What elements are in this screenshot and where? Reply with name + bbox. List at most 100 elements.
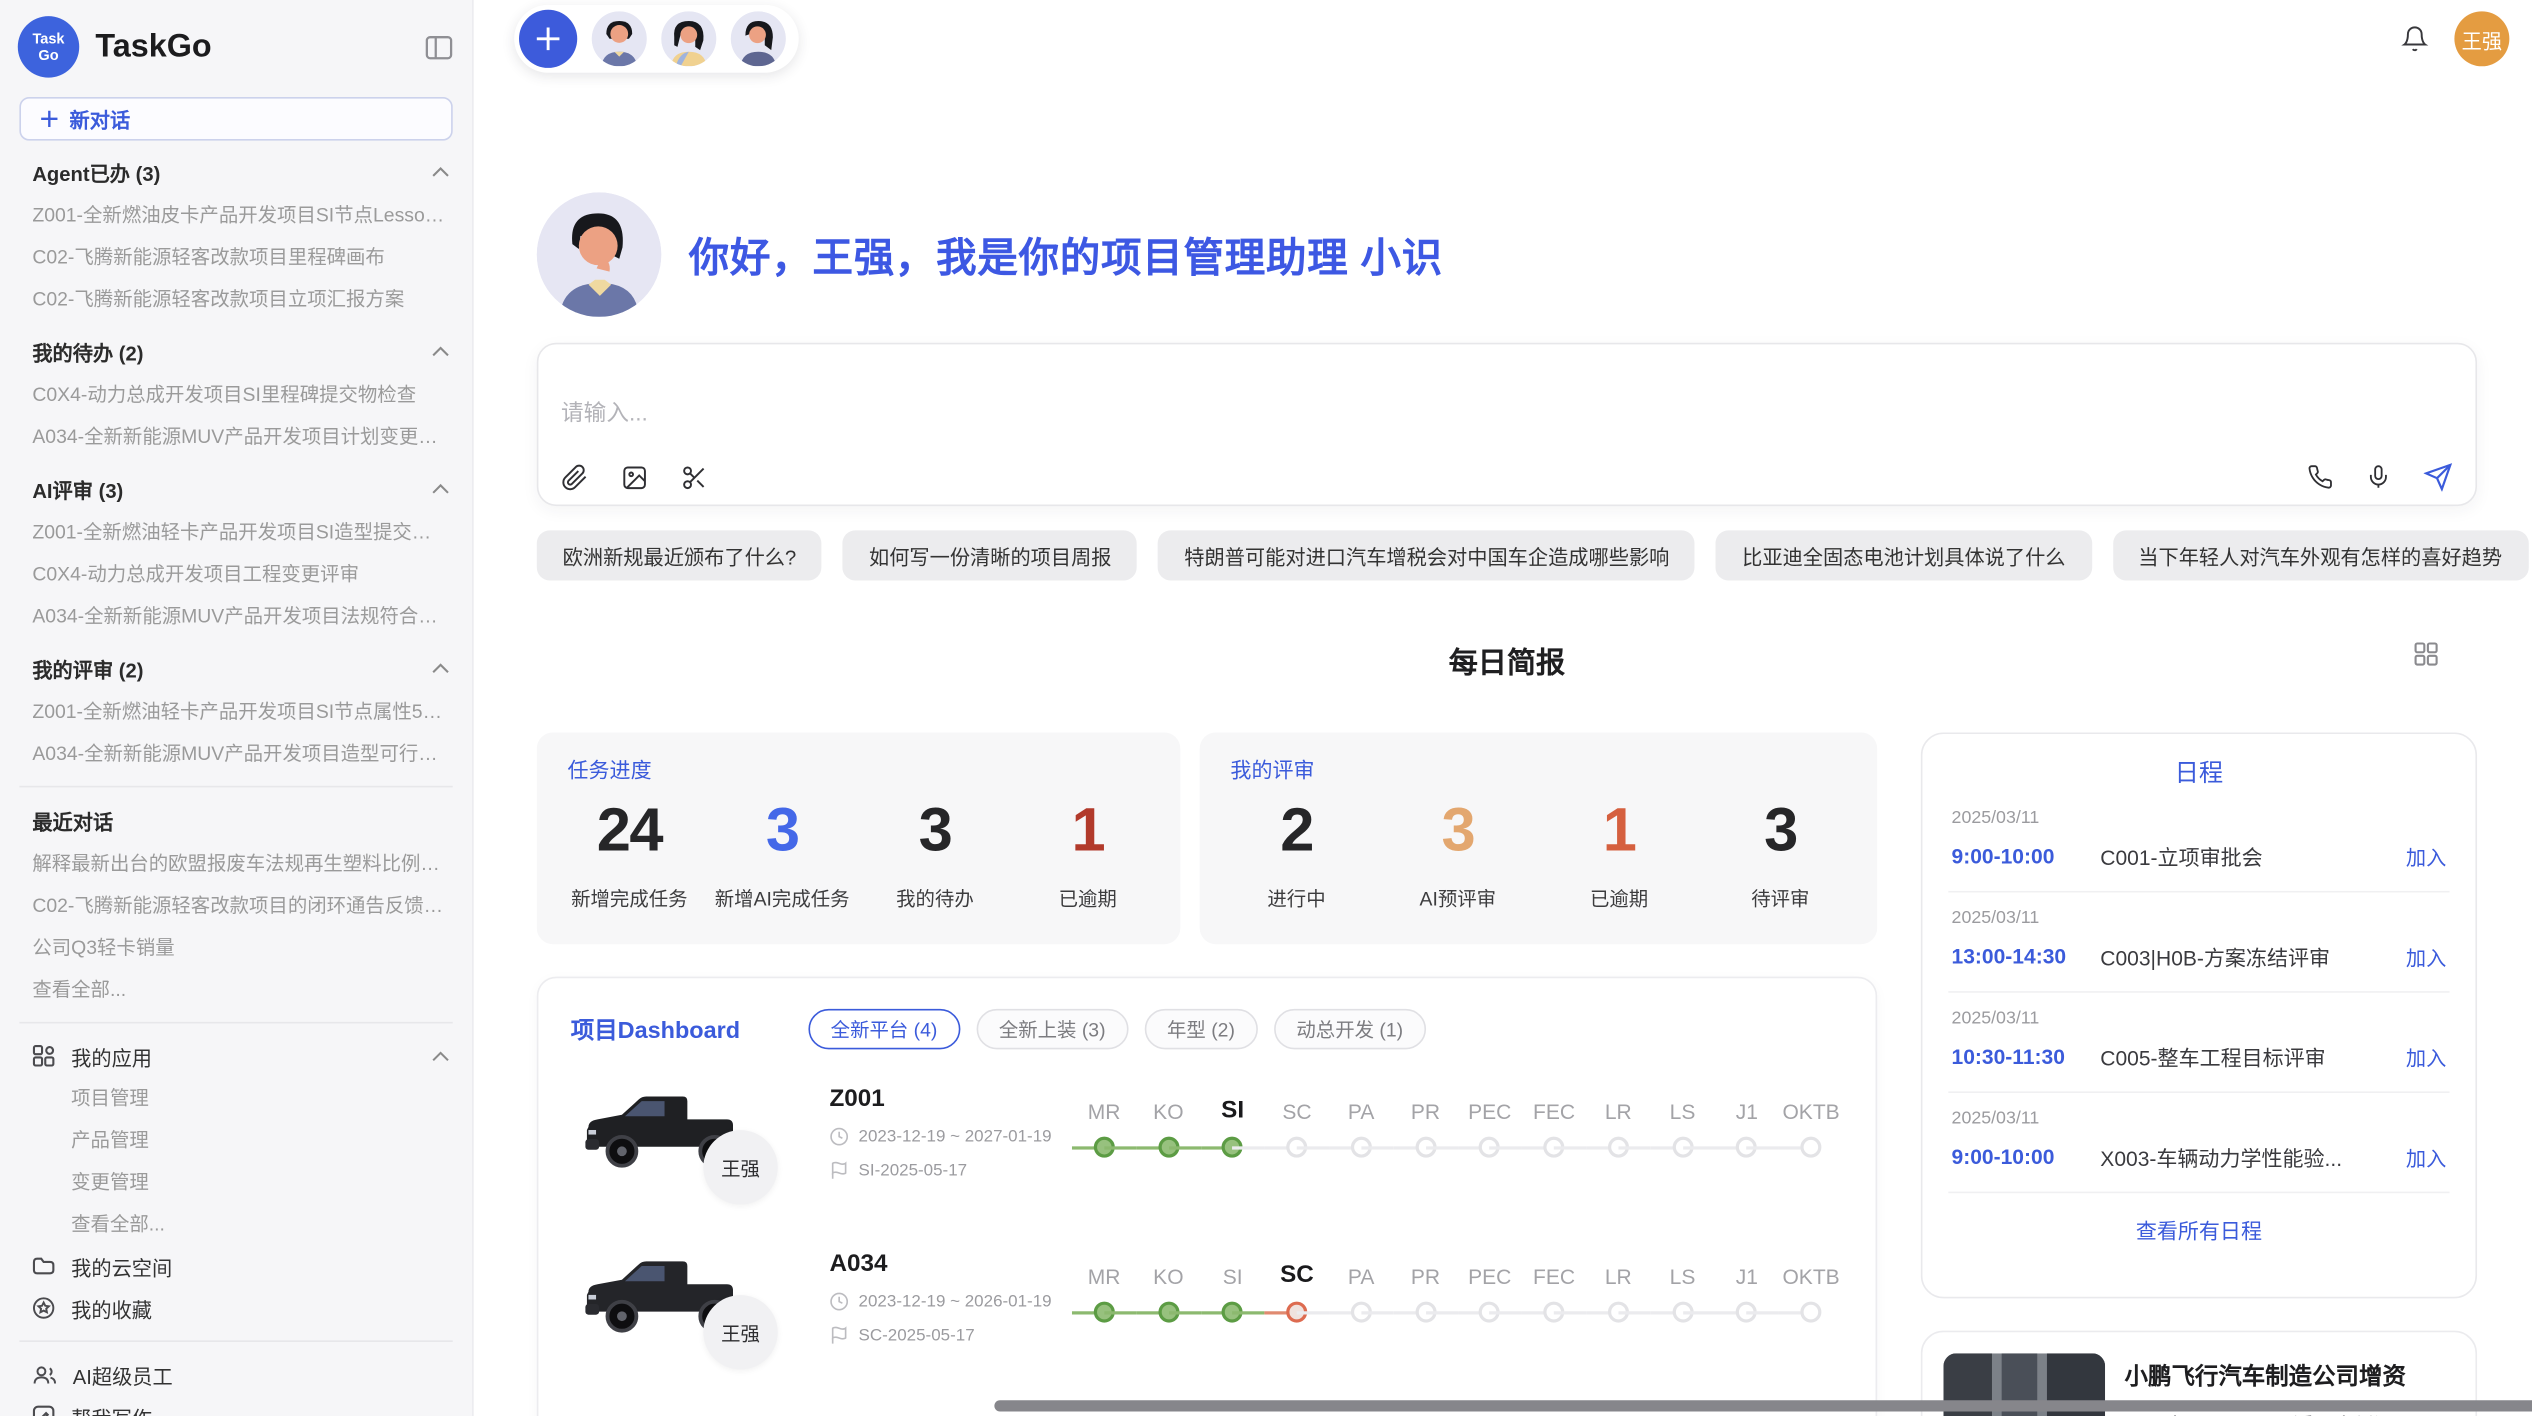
suggestion-chip[interactable]: 欧洲新规最近颁布了什么? [537, 530, 822, 580]
schedule-date: 2025/03/11 [1952, 1009, 2447, 1028]
milestone-strip: MR KO SI SC PA PR PEC FEC LR LS J1 [1072, 1240, 1843, 1382]
apps-view-all[interactable]: 查看全部... [0, 1203, 472, 1245]
mic-icon[interactable] [2365, 464, 2391, 490]
sidebar-item[interactable]: A034-全新新能源MUV产品开发项目计划变更表编写 [0, 416, 472, 458]
member-avatar[interactable] [731, 11, 786, 66]
filter-chip[interactable]: 年型 (2) [1144, 1008, 1257, 1048]
divider [19, 1022, 452, 1024]
chevron-up-icon[interactable] [432, 483, 450, 494]
chevron-up-icon[interactable] [432, 167, 450, 178]
join-link[interactable]: 加入 [2406, 1142, 2446, 1173]
suggestion-chip[interactable]: 当下年轻人对汽车外观有怎样的喜好趋势 [2112, 530, 2528, 580]
user-name: 王强 [2462, 23, 2502, 54]
section-ai-review[interactable]: AI评审 (3) [0, 467, 472, 511]
milestone-dot [1608, 1302, 1629, 1323]
plus-icon [40, 110, 58, 128]
recent-chat-item[interactable]: 公司Q3轻卡销量 [0, 926, 472, 968]
sidebar-item[interactable]: Z001-全新燃油皮卡产品开发项目SI节点Lesson Learn报告 [0, 194, 472, 236]
news-excerpt: 天眼查 App 显示，近日广州汇天飞行汽... [2125, 1412, 2455, 1416]
suggestion-chips: 欧洲新规最近颁布了什么? 如何写一份清晰的项目周报 特朗普可能对进口汽车增税会对… [537, 530, 2477, 580]
suggestion-chip[interactable]: 特朗普可能对进口汽车增税会对中国车企造成哪些影响 [1158, 530, 1695, 580]
scissors-icon[interactable] [681, 463, 708, 490]
member-avatar[interactable] [661, 11, 716, 66]
user-avatar[interactable]: 王强 [2454, 11, 2509, 66]
milestone-dot [1351, 1137, 1372, 1158]
new-chat-button[interactable]: 新对话 [19, 97, 452, 141]
sidebar-item[interactable]: Z001-全新燃油轻卡产品开发项目SI节点属性5D文件评审 [0, 690, 472, 732]
join-link[interactable]: 加入 [2406, 941, 2446, 972]
paperclip-icon[interactable] [561, 463, 588, 490]
milestone-dot [1479, 1302, 1500, 1323]
add-member-button[interactable] [519, 10, 577, 68]
news-title: 小鹏飞行汽车制造公司增资 [2125, 1358, 2455, 1392]
assistant-avatar [537, 192, 661, 316]
sidebar-item-my-cloud[interactable]: 我的云空间 [0, 1245, 472, 1287]
milestone-dot [1286, 1302, 1307, 1323]
sidebar-item[interactable]: A034-全新新能源MUV产品开发项目法规符合性评审 [0, 595, 472, 637]
app-item-change-mgmt[interactable]: 变更管理 [0, 1161, 472, 1203]
app-item-product-mgmt[interactable]: 产品管理 [0, 1119, 472, 1161]
member-avatar[interactable] [592, 11, 647, 66]
join-link[interactable]: 加入 [2406, 1041, 2446, 1072]
recent-chat-item[interactable]: 解释最新出台的欧盟报废车法规再生塑料比例被调至15%... [0, 842, 472, 884]
suggestion-chip[interactable]: 如何写一份清晰的项目周报 [843, 530, 1137, 580]
sidebar-item-my-favorites[interactable]: 我的收藏 [0, 1287, 472, 1329]
sidebar: Task Go TaskGo 新对话 Agent已办 (3) Z001-全新燃油… [0, 0, 474, 1416]
milestone-dot [1543, 1137, 1564, 1158]
project-row[interactable]: 王强 A034 2023-12-19 ~ 2026-01-19 SC-2025-… [571, 1240, 1843, 1382]
sidebar-item[interactable]: C0X4-动力总成开发项目工程变更评审 [0, 553, 472, 595]
sidebar-item-my-apps[interactable]: 我的应用 [0, 1035, 472, 1077]
milestone-dot [1415, 1302, 1436, 1323]
sidebar-item[interactable]: Z001-全新燃油轻卡产品开发项目SI造型提交物评审 [0, 511, 472, 553]
folder-icon [32, 1256, 55, 1275]
section-my-todo[interactable]: 我的待办 (2) [0, 330, 472, 374]
chevron-up-icon[interactable] [432, 1050, 450, 1061]
project-code: A034 [829, 1250, 1072, 1277]
sidebar-collapse-icon[interactable] [425, 35, 452, 59]
sidebar-item[interactable]: A034-全新新能源MUV产品开发项目造型可行性评审 [0, 732, 472, 774]
milestone-dot [1158, 1302, 1179, 1323]
app-item-project-mgmt[interactable]: 项目管理 [0, 1077, 472, 1119]
view-all-schedule-link[interactable]: 查看所有日程 [1922, 1193, 2475, 1266]
app-title: TaskGo [95, 28, 425, 65]
project-dates: 2023-12-19 ~ 2026-01-19 [859, 1292, 1052, 1311]
project-row[interactable]: 王强 Z001 2023-12-19 ~ 2027-01-19 SI-2025-… [571, 1075, 1843, 1217]
stat: 1已逾期 [1538, 795, 1699, 911]
sidebar-item[interactable]: C0X4-动力总成开发项目SI里程碑提交物检查 [0, 373, 472, 415]
schedule-name: C001-立项审批会 [2100, 841, 2406, 872]
sidebar-item-help-me-write[interactable]: 帮我写作 [0, 1395, 472, 1416]
section-recent-chats[interactable]: 最近对话 [0, 799, 472, 843]
sidebar-item-ai-super-staff[interactable]: AI超级员工 [0, 1353, 472, 1395]
milestone-dot [1801, 1302, 1822, 1323]
filter-chip[interactable]: 动总开发 (1) [1274, 1008, 1426, 1048]
recent-chats-view-all[interactable]: 查看全部... [0, 968, 472, 1010]
milestone-dot [1351, 1302, 1372, 1323]
image-icon[interactable] [621, 463, 648, 490]
filter-chip[interactable]: 全新平台 (4) [808, 1008, 960, 1048]
sidebar-item[interactable]: C02-飞腾新能源轻客改款项目里程碑画布 [0, 236, 472, 278]
project-flag-date: SI-2025-05-17 [859, 1161, 968, 1180]
horizontal-scrollbar-thumb[interactable] [994, 1400, 2532, 1411]
join-link[interactable]: 加入 [2406, 841, 2446, 872]
section-my-review[interactable]: 我的评审 (2) [0, 647, 472, 691]
divider [19, 1340, 452, 1342]
chevron-up-icon[interactable] [432, 346, 450, 357]
star-circle-icon [32, 1297, 55, 1320]
filter-chip[interactable]: 全新上装 (3) [976, 1008, 1128, 1048]
section-agent-done[interactable]: Agent已办 (3) [0, 150, 472, 194]
schedule-time: 9:00-10:00 [1952, 844, 2101, 868]
bell-icon[interactable] [2401, 24, 2428, 53]
schedule-date: 2025/03/11 [1952, 1109, 2447, 1128]
flag-icon [829, 1326, 848, 1345]
suggestion-chip[interactable]: 比亚迪全固态电池计划具体说了什么 [1716, 530, 2091, 580]
send-icon[interactable] [2424, 462, 2453, 491]
sidebar-item[interactable]: C02-飞腾新能源轻客改款项目立项汇报方案 [0, 278, 472, 320]
users-icon [32, 1364, 56, 1385]
recent-chat-item[interactable]: C02-飞腾新能源轻客改款项目的闭环通告反馈情况 [0, 884, 472, 926]
layout-grid-icon[interactable] [2414, 642, 2438, 666]
stat: 1已逾期 [1011, 795, 1164, 911]
milestone-strip: MR KO SI SC PA PR PEC FEC LR LS J1 [1072, 1075, 1843, 1217]
phone-icon[interactable] [2307, 464, 2333, 490]
chat-input[interactable] [561, 399, 2453, 425]
chevron-up-icon[interactable] [432, 663, 450, 674]
